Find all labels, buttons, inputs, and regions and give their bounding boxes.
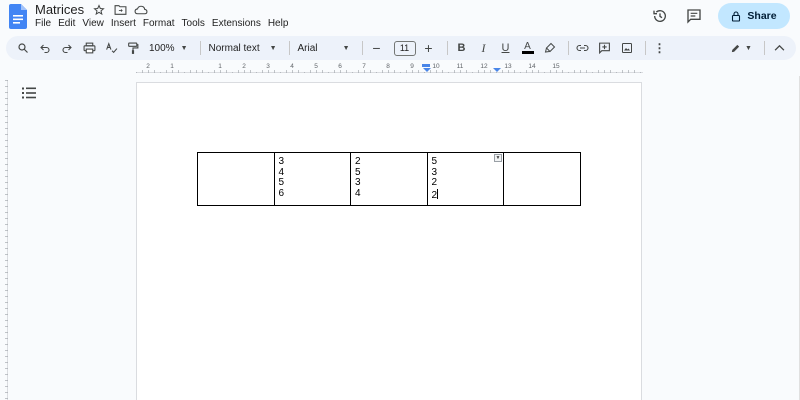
insert-image-icon[interactable] (618, 38, 636, 58)
hide-menus-icon[interactable] (770, 38, 788, 58)
comments-icon[interactable] (684, 6, 704, 26)
search-menus-icon[interactable] (14, 38, 32, 58)
italic-button[interactable]: I (475, 38, 493, 58)
toolbar-divider (644, 41, 646, 55)
paragraph-style-select[interactable]: Normal text ▼ (206, 38, 280, 58)
menu-file[interactable]: File (35, 18, 55, 29)
toolbar-divider (764, 41, 765, 55)
cloud-status-icon[interactable] (134, 3, 148, 17)
table-row: 3 4 5 6 2 5 3 4 ▼ 5 3 2 2 (197, 152, 581, 206)
cell-value: 3 (431, 166, 438, 178)
document-outline-icon[interactable] (22, 87, 36, 99)
toolbar-divider (199, 41, 201, 55)
zoom-value: 100% (149, 42, 175, 54)
bold-button[interactable]: B (453, 38, 471, 58)
cell-value: 5 (278, 177, 285, 188)
menu-format[interactable]: Format (143, 18, 179, 29)
right-indent-marker[interactable] (493, 68, 501, 72)
insert-link-icon[interactable] (574, 38, 592, 58)
star-icon[interactable] (92, 3, 106, 17)
horizontal-ruler[interactable]: 2 1 1 2 3 4 5 6 7 8 9 10 11 12 13 14 15 (136, 63, 643, 73)
font-select[interactable]: Arial ▼ (295, 38, 353, 58)
table-cell[interactable] (197, 152, 275, 206)
paint-format-icon[interactable] (124, 38, 142, 58)
decrease-font-size-icon[interactable]: − (368, 38, 386, 58)
undo-icon[interactable] (36, 38, 54, 58)
cell-value: 2 (431, 177, 438, 188)
vertical-scrollbar[interactable] (794, 76, 800, 400)
font-value: Arial (297, 42, 318, 54)
first-line-indent-marker[interactable] (422, 64, 430, 67)
vertical-ruler[interactable] (0, 80, 8, 400)
toolbar: 100% ▼ Normal text ▼ Arial ▼ − 11 + B I U A… (6, 36, 796, 60)
menu-bar: File Edit View Insert Format Tools Exten… (35, 18, 295, 29)
table-cell[interactable]: 3 4 5 6 (273, 152, 351, 206)
toolbar-divider (446, 41, 448, 55)
toolbar-divider (567, 41, 569, 55)
document-page[interactable]: 3 4 5 6 2 5 3 4 ▼ 5 3 2 2 (136, 82, 642, 400)
print-icon[interactable] (80, 38, 98, 58)
cell-menu-chevron-icon[interactable]: ▼ (494, 154, 502, 162)
document-title[interactable]: Matrices (35, 2, 84, 17)
font-size-input[interactable]: 11 (393, 40, 416, 56)
left-indent-marker[interactable] (423, 68, 431, 72)
more-options-icon[interactable]: ⋮ (651, 38, 669, 58)
menu-insert[interactable]: Insert (111, 18, 140, 29)
table-cell[interactable]: 2 5 3 4 (350, 152, 428, 206)
toolbar-divider (288, 41, 290, 55)
editing-mode-icon[interactable]: ▼ (727, 38, 755, 58)
document-table[interactable]: 3 4 5 6 2 5 3 4 ▼ 5 3 2 2 (197, 152, 581, 206)
toolbar-divider (361, 41, 363, 55)
font-dropdown-icon: ▼ (342, 44, 350, 52)
cell-last-line: 2 (432, 188, 500, 202)
text-color-swatch (521, 51, 534, 54)
header: Matrices File Edit View Insert Format To… (0, 0, 800, 34)
table-cell-active[interactable]: ▼ 5 3 2 2 (426, 152, 504, 206)
menu-view[interactable]: View (82, 18, 108, 29)
cell-value: 5 (431, 156, 438, 167)
cell-value: 6 (278, 187, 285, 199)
text-cursor (437, 188, 439, 199)
lock-icon (732, 10, 741, 22)
add-comment-icon[interactable] (596, 38, 614, 58)
highlight-color-icon[interactable] (541, 38, 559, 58)
zoom-select[interactable]: 100% ▼ (146, 38, 191, 58)
share-label: Share (747, 10, 777, 22)
text-color-button[interactable]: A (519, 38, 537, 58)
docs-logo-icon[interactable] (9, 4, 27, 29)
underline-button[interactable]: U (497, 38, 515, 58)
cell-value: 5 (355, 166, 361, 178)
cell-value: 4 (355, 187, 361, 199)
menu-help[interactable]: Help (268, 18, 293, 29)
cell-value: 3 (278, 156, 285, 167)
spellcheck-icon[interactable] (102, 38, 120, 58)
cell-value: 4 (278, 166, 285, 178)
redo-icon[interactable] (58, 38, 76, 58)
paragraph-style-value: Normal text (208, 42, 260, 54)
increase-font-size-icon[interactable]: + (420, 38, 438, 58)
share-button[interactable]: Share (718, 3, 790, 29)
cell-value: 2 (355, 156, 361, 167)
text-color-label: A (524, 41, 531, 52)
move-folder-icon[interactable] (113, 3, 127, 17)
menu-extensions[interactable]: Extensions (212, 18, 265, 29)
menu-tools[interactable]: Tools (182, 18, 209, 29)
style-dropdown-icon: ▼ (269, 44, 277, 52)
version-history-icon[interactable] (650, 6, 670, 26)
table-cell[interactable] (503, 152, 581, 206)
cell-value: 3 (355, 177, 361, 188)
menu-edit[interactable]: Edit (58, 18, 79, 29)
zoom-dropdown-icon: ▼ (180, 44, 188, 52)
